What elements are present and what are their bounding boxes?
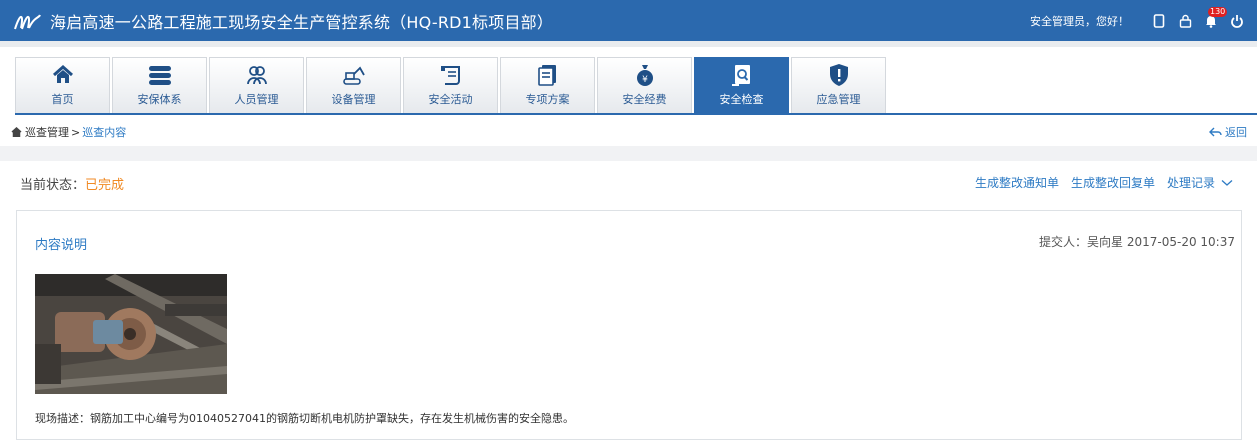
tab-label: 应急管理 [816, 93, 861, 106]
tab-special-plan[interactable]: 专项方案 [500, 57, 595, 113]
status-line: 当前状态：已完成 [20, 174, 124, 193]
breadcrumb-separator: > [71, 125, 81, 139]
layers-icon [147, 62, 173, 88]
app-title: 海启高速一公路工程施工现场安全生产管控系统（HQ-RD1标项目部） [50, 12, 554, 32]
shield-icon [826, 62, 852, 88]
money-bag-icon: ¥ [632, 62, 658, 88]
inspection-detail-card: 内容说明 提交人：吴向星 2017-05-20 10:37 现场描述：钢筋加工中… [16, 210, 1242, 440]
tab-label: 人员管理 [234, 93, 279, 106]
breadcrumb-current: 巡查内容 [82, 126, 127, 139]
tab-label: 首页 [51, 93, 74, 106]
tab-label: 安全活动 [428, 93, 473, 106]
svg-text:¥: ¥ [642, 75, 648, 85]
main-nav: 首页 安保体系 人员管理 设备管理 安全活动 专项方案 ¥ 安全经费 安全检查 … [15, 57, 888, 113]
processing-records-toggle[interactable]: 处理记录 [1167, 174, 1233, 191]
processing-records-label: 处理记录 [1166, 176, 1215, 190]
tab-emergency[interactable]: 应急管理 [791, 57, 886, 113]
breadcrumb: 巡查管理 > 巡查内容 [11, 124, 126, 140]
site-description: 现场描述：钢筋加工中心编号为01040527041的钢筋切断机电机防护罩缺失，存… [35, 412, 574, 425]
home-icon [50, 62, 76, 88]
action-links: 生成整改通知单 生成整改回复单 处理记录 [963, 174, 1233, 191]
document-icon [535, 62, 561, 88]
bell-icon[interactable]: 130 [1203, 6, 1228, 29]
excavator-icon [341, 62, 367, 88]
user-greeting: 安全管理员，您好！ [1030, 14, 1129, 28]
tab-label: 设备管理 [331, 93, 376, 106]
logo-icon [14, 14, 41, 29]
notification-badge: 130 [1208, 6, 1228, 17]
site-photo[interactable] [35, 274, 227, 394]
tab-label: 安保体系 [137, 93, 182, 106]
tab-safety-system[interactable]: 安保体系 [112, 57, 207, 113]
tab-safety-activity[interactable]: 安全活动 [403, 57, 498, 113]
back-arrow-icon [1209, 127, 1222, 136]
power-icon[interactable] [1229, 13, 1245, 29]
tab-label: 安全检查 [719, 93, 764, 106]
section-divider [0, 146, 1257, 161]
tab-personnel[interactable]: 人员管理 [209, 57, 304, 113]
status-value: 已完成 [85, 178, 125, 193]
mobile-icon[interactable] [1151, 13, 1167, 29]
generate-notice-link[interactable]: 生成整改通知单 [975, 174, 1059, 191]
tab-safety-fund[interactable]: ¥ 安全经费 [597, 57, 692, 113]
header-shadow [0, 41, 1257, 47]
lock-icon[interactable] [1177, 13, 1193, 29]
tab-label: 安全经费 [622, 93, 667, 106]
home-icon[interactable] [11, 127, 22, 137]
inspect-icon [729, 62, 755, 88]
app-header: 海启高速一公路工程施工现场安全生产管控系统（HQ-RD1标项目部） 安全管理员，… [0, 0, 1257, 41]
tab-equipment[interactable]: 设备管理 [306, 57, 401, 113]
people-icon [244, 62, 270, 88]
tab-safety-inspection[interactable]: 安全检查 [694, 57, 789, 113]
back-button[interactable]: 返回 [1209, 124, 1247, 140]
tab-home[interactable]: 首页 [15, 57, 110, 113]
card-title: 内容说明 [35, 238, 88, 253]
back-label: 返回 [1225, 126, 1247, 139]
tab-label: 专项方案 [525, 93, 570, 106]
chevron-down-icon [1221, 179, 1233, 186]
submitter-info: 提交人：吴向星 2017-05-20 10:37 [1039, 235, 1235, 249]
status-label: 当前状态： [20, 178, 86, 193]
nav-underline [15, 113, 1257, 115]
generate-reply-link[interactable]: 生成整改回复单 [1071, 174, 1155, 191]
scroll-icon [438, 62, 464, 88]
breadcrumb-parent[interactable]: 巡查管理 [25, 124, 69, 140]
